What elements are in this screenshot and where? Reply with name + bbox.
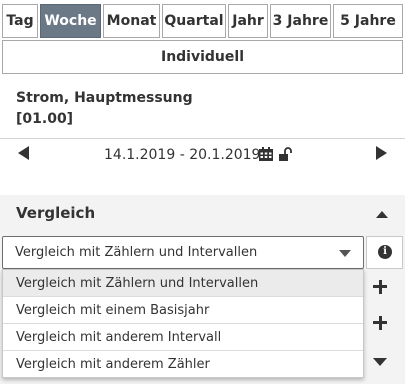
tab-quartal[interactable]: Quartal [162, 4, 226, 38]
unlock-icon[interactable] [279, 147, 293, 161]
tab-3-jahre[interactable]: 3 Jahre [270, 4, 331, 38]
caret-down-icon[interactable] [373, 358, 387, 366]
meter-info: Strom, Hauptmessung [01.00] [16, 88, 193, 130]
chevron-down-icon [339, 250, 351, 257]
plus-icon[interactable] [366, 274, 396, 300]
info-circle-icon: i [378, 245, 392, 259]
triangle-right-icon[interactable] [376, 146, 387, 160]
dropdown-option[interactable]: Vergleich mit Zählern und Intervallen [3, 270, 363, 297]
individuell-button[interactable]: Individuell [2, 40, 403, 74]
plus-icon[interactable] [366, 310, 396, 336]
comparison-select[interactable]: Vergleich mit Zählern und Intervallen [2, 236, 364, 269]
dropdown-option[interactable]: Vergleich mit anderem Zähler [3, 351, 363, 378]
dropdown-option[interactable]: Vergleich mit einem Basisjahr [3, 297, 363, 324]
date-navigation: 14.1.2019 - 20.1.2019 [0, 138, 405, 170]
tab-tag[interactable]: Tag [2, 4, 38, 38]
caret-up-icon[interactable] [376, 211, 388, 218]
info-button[interactable]: i [366, 236, 403, 269]
comparison-title: Vergleich [16, 204, 96, 222]
meter-name: Strom, Hauptmessung [16, 90, 193, 106]
tab-jahr[interactable]: Jahr [228, 4, 268, 38]
comparison-select-value: Vergleich mit Zählern und Intervallen [15, 245, 258, 260]
comparison-dropdown-menu: Vergleich mit Zählern und Intervallen Ve… [2, 269, 364, 378]
dropdown-option[interactable]: Vergleich mit anderem Intervall [3, 324, 363, 351]
calendar-icon[interactable] [259, 147, 273, 161]
tab-monat[interactable]: Monat [103, 4, 160, 38]
period-tabs: Tag Woche Monat Quartal Jahr 3 Jahre 5 J… [2, 4, 403, 38]
meter-code: [01.00] [16, 111, 74, 127]
triangle-left-icon[interactable] [18, 146, 29, 160]
tab-5-jahre[interactable]: 5 Jahre [333, 4, 403, 38]
tab-woche[interactable]: Woche [40, 4, 101, 38]
date-range: 14.1.2019 - 20.1.2019 [104, 147, 261, 163]
